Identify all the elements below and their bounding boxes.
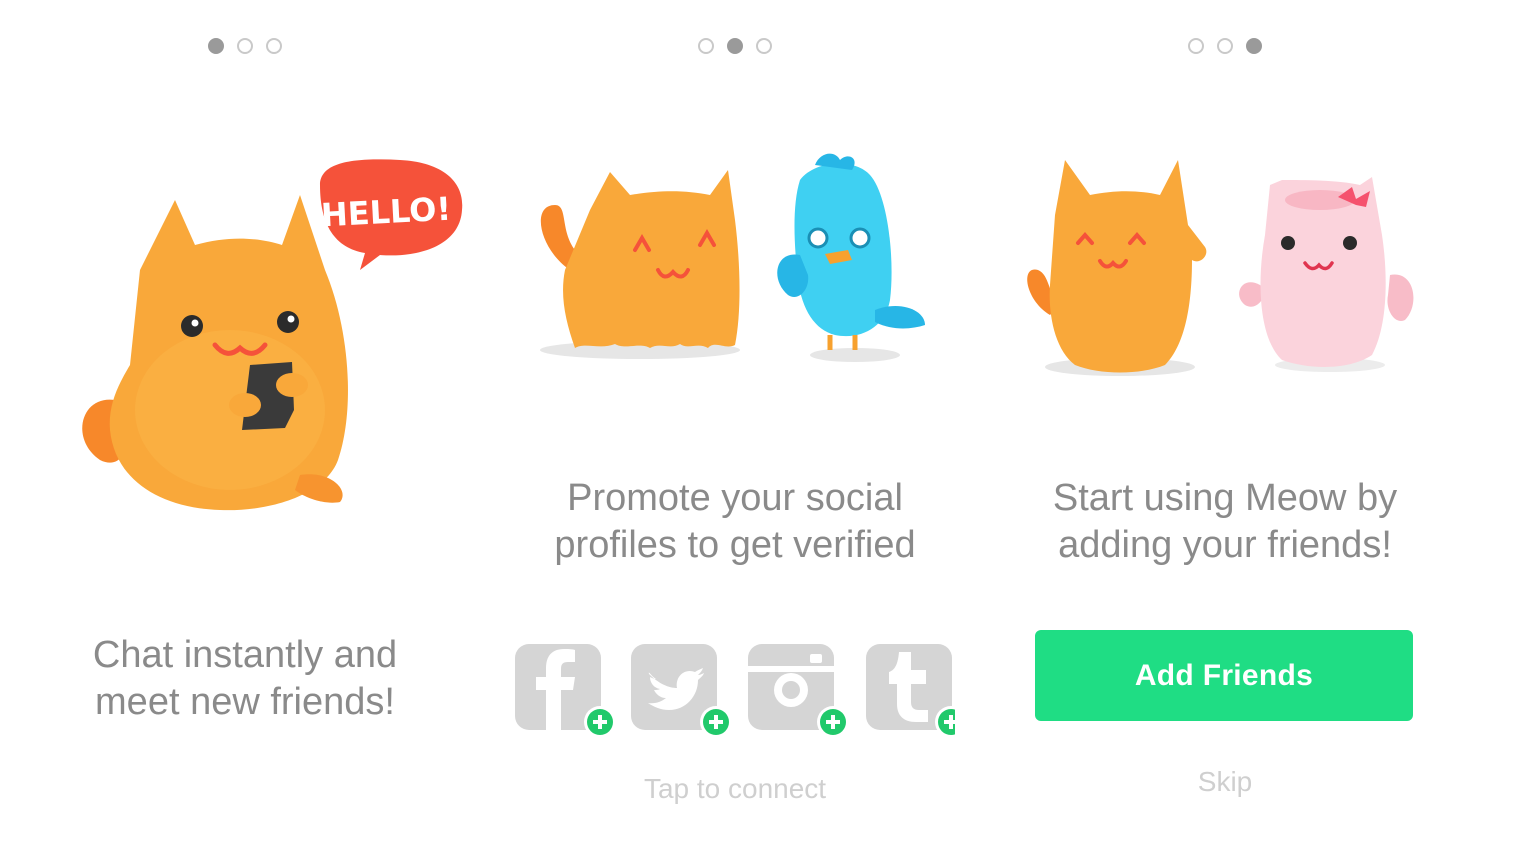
connect-tumblr-button[interactable]: [866, 644, 955, 738]
onboarding-screen-social: Promote your social profiles to get veri…: [490, 0, 980, 846]
onboarding-caption: Start using Meow by adding your friends!: [1052, 477, 1398, 566]
onboarding-screen-chat: HELLO! Chat instantly and meet new frien…: [0, 0, 490, 846]
speech-bubble-text: HELLO!: [320, 189, 452, 235]
connect-instagram-button[interactable]: [748, 644, 849, 738]
onboarding-screen-add-friends: Start using Meow by adding your friends!…: [980, 0, 1470, 846]
page-dot-2[interactable]: [1217, 38, 1233, 54]
add-plus-icon: [700, 706, 732, 738]
onboarding-caption: Chat instantly and meet new friends!: [92, 634, 398, 723]
connect-twitter-button[interactable]: [631, 644, 732, 738]
social-connect-row: [515, 644, 955, 740]
add-plus-icon: [584, 706, 616, 738]
page-dot-2[interactable]: [237, 38, 253, 54]
page-dot-3[interactable]: [1246, 38, 1262, 54]
page-indicator: [980, 38, 1470, 54]
cat-and-bird-illustration: [540, 153, 925, 362]
add-plus-icon: [935, 706, 955, 738]
page-dot-1[interactable]: [698, 38, 714, 54]
page-dot-2[interactable]: [727, 38, 743, 54]
skip-link[interactable]: Skip: [980, 766, 1470, 798]
page-dot-1[interactable]: [1188, 38, 1204, 54]
tap-to-connect-hint: Tap to connect: [643, 773, 827, 804]
cat-and-kitty-illustration: [1027, 160, 1414, 376]
page-indicator: [0, 38, 490, 54]
connect-facebook-button[interactable]: [515, 644, 616, 738]
page-dot-3[interactable]: [756, 38, 772, 54]
page-indicator: [490, 38, 980, 54]
page-dot-3[interactable]: [266, 38, 282, 54]
add-friends-button[interactable]: Add Friends: [1035, 630, 1413, 721]
onboarding-caption: Promote your social profiles to get veri…: [554, 477, 916, 566]
page-dot-1[interactable]: [208, 38, 224, 54]
add-plus-icon: [817, 706, 849, 738]
